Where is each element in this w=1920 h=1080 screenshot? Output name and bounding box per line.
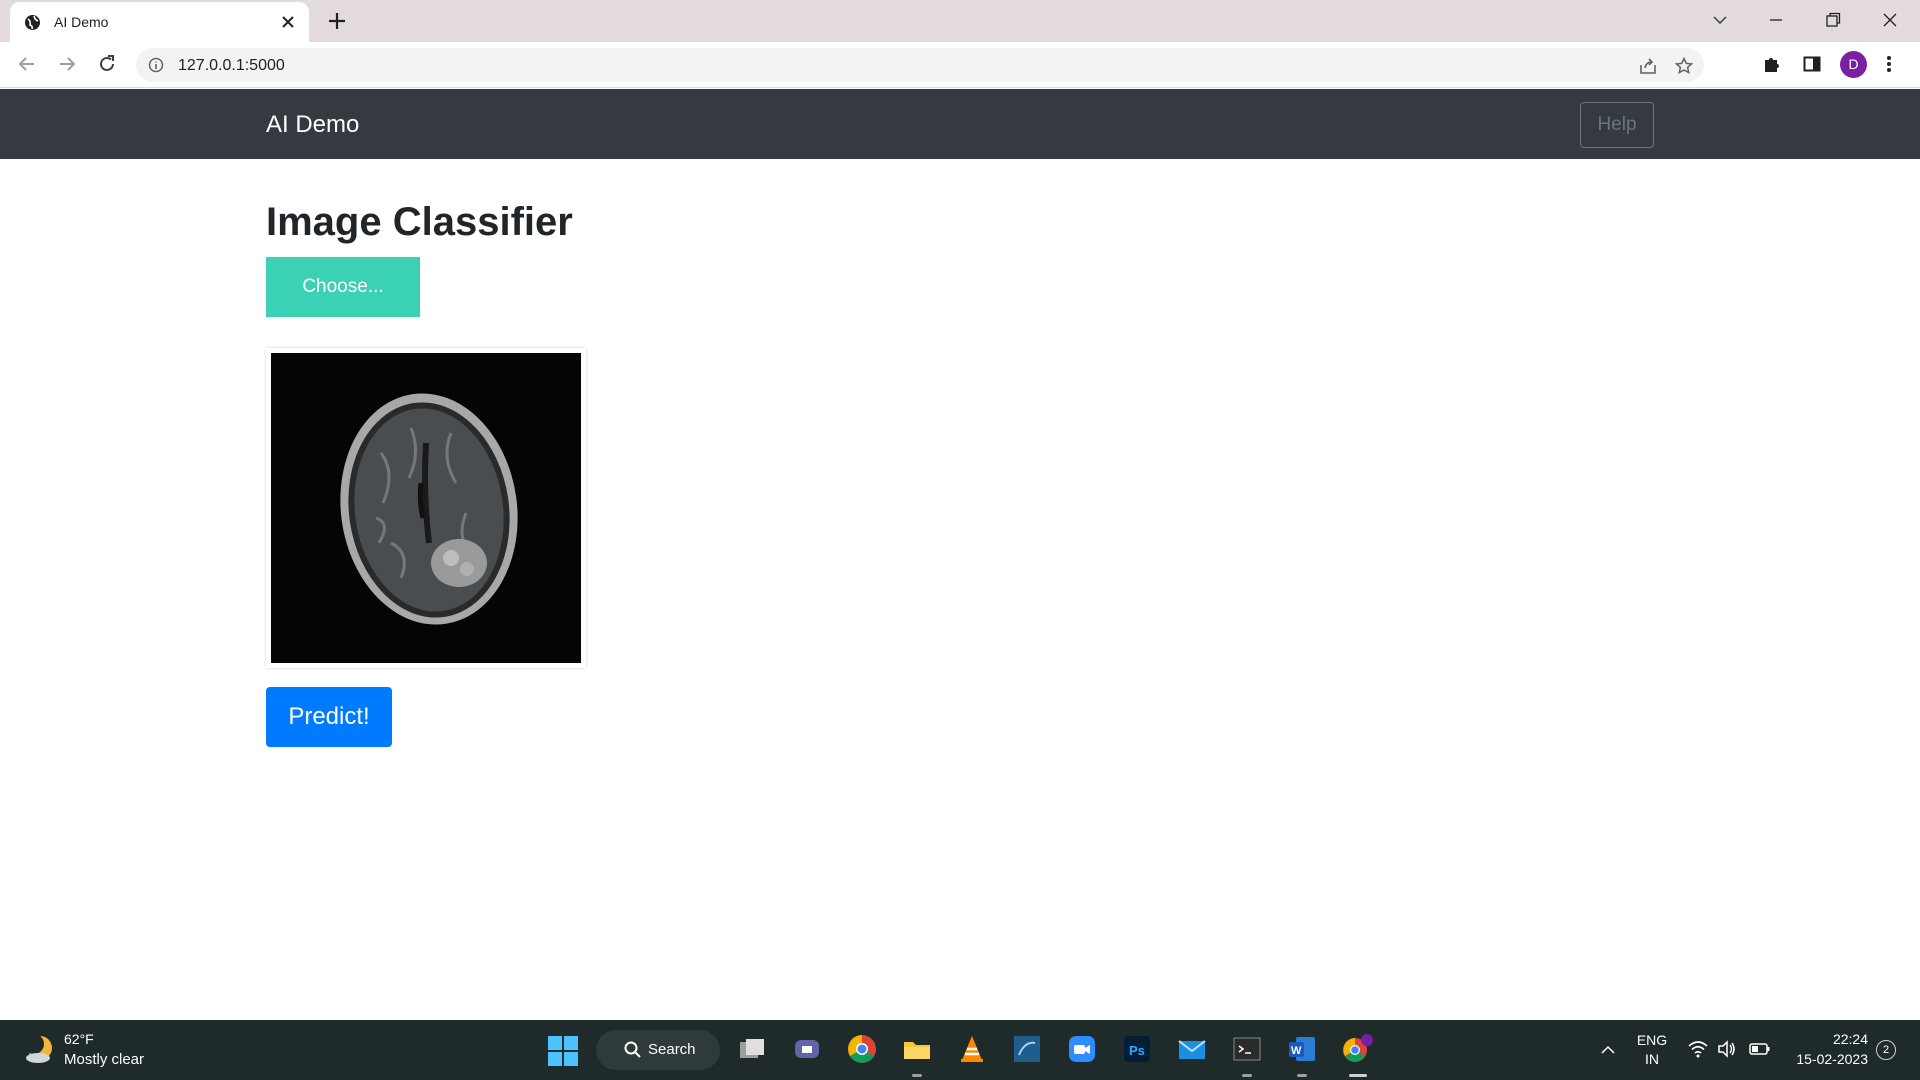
file-explorer-icon[interactable] bbox=[901, 1033, 933, 1065]
address-bar[interactable]: 127.0.0.1:5000 bbox=[136, 48, 1704, 82]
task-view-icon[interactable] bbox=[736, 1033, 768, 1065]
svg-text:W: W bbox=[1291, 1045, 1302, 1057]
volume-icon[interactable] bbox=[1717, 1040, 1737, 1058]
svg-text:Ps: Ps bbox=[1129, 1043, 1145, 1058]
globe-icon bbox=[24, 14, 41, 31]
chrome-profile-icon[interactable] bbox=[1341, 1033, 1373, 1065]
close-tab-icon[interactable] bbox=[280, 14, 296, 30]
terminal-icon[interactable] bbox=[1231, 1033, 1263, 1065]
weather-temperature[interactable]: 62°F bbox=[64, 1031, 94, 1047]
browser-tab-strip: AI Demo bbox=[0, 0, 1920, 42]
close-window-icon[interactable] bbox=[1880, 10, 1900, 30]
clock-date[interactable]: 15-02-2023 bbox=[1788, 1051, 1868, 1067]
chrome-icon[interactable] bbox=[846, 1033, 878, 1065]
page-title: Image Classifier bbox=[266, 200, 573, 244]
language-region: IN bbox=[1645, 1051, 1659, 1067]
word-icon[interactable]: W bbox=[1286, 1033, 1318, 1065]
running-indicator bbox=[1297, 1074, 1307, 1077]
clock-time[interactable]: 22:24 bbox=[1820, 1031, 1868, 1047]
mail-icon[interactable] bbox=[1176, 1033, 1208, 1065]
running-indicator bbox=[912, 1074, 922, 1077]
back-arrow-icon[interactable] bbox=[16, 53, 38, 75]
restore-icon[interactable] bbox=[1823, 10, 1843, 30]
brain-mri-image bbox=[271, 353, 581, 663]
image-preview bbox=[266, 348, 586, 668]
running-indicator bbox=[1242, 1074, 1252, 1077]
predict-button[interactable]: Predict! bbox=[266, 687, 392, 747]
tab-search-chevron-icon[interactable] bbox=[1710, 10, 1730, 30]
active-app-indicator bbox=[1349, 1074, 1367, 1077]
browser-tab[interactable]: AI Demo bbox=[10, 2, 309, 42]
wifi-icon[interactable] bbox=[1688, 1040, 1708, 1058]
weather-moon-icon[interactable] bbox=[22, 1032, 56, 1066]
windows-taskbar: 62°F Mostly clear Search Ps W ENG IN 22:… bbox=[0, 1020, 1920, 1080]
notification-badge[interactable]: 2 bbox=[1876, 1040, 1896, 1060]
site-info-icon[interactable] bbox=[148, 57, 164, 73]
teams-icon[interactable] bbox=[791, 1033, 823, 1065]
new-tab-icon[interactable] bbox=[326, 10, 348, 32]
choose-file-button[interactable]: Choose... bbox=[266, 257, 420, 317]
browser-toolbar: 127.0.0.1:5000 D bbox=[0, 42, 1920, 88]
mysql-workbench-icon[interactable] bbox=[1011, 1033, 1043, 1065]
language-code: ENG bbox=[1636, 1032, 1668, 1048]
share-icon[interactable] bbox=[1638, 56, 1658, 76]
zoom-icon[interactable] bbox=[1066, 1033, 1098, 1065]
help-button[interactable]: Help bbox=[1580, 102, 1654, 148]
url-text[interactable]: 127.0.0.1:5000 bbox=[178, 57, 285, 75]
language-indicator[interactable]: ENG IN bbox=[1636, 1031, 1668, 1069]
minimize-icon[interactable] bbox=[1766, 10, 1786, 30]
search-label: Search bbox=[648, 1041, 696, 1058]
reload-icon[interactable] bbox=[96, 53, 118, 75]
search-icon bbox=[624, 1041, 641, 1058]
tab-title: AI Demo bbox=[54, 14, 109, 30]
navbar-brand[interactable]: AI Demo bbox=[266, 111, 359, 139]
windows-start-icon[interactable] bbox=[548, 1036, 578, 1066]
extensions-puzzle-icon[interactable] bbox=[1762, 54, 1782, 74]
profile-avatar[interactable]: D bbox=[1840, 51, 1867, 78]
taskbar-search[interactable]: Search bbox=[596, 1030, 720, 1070]
more-menu-icon[interactable] bbox=[1885, 54, 1893, 74]
weather-description[interactable]: Mostly clear bbox=[64, 1051, 144, 1068]
forward-arrow-icon[interactable] bbox=[56, 53, 78, 75]
photoshop-icon[interactable]: Ps bbox=[1121, 1033, 1153, 1065]
vlc-icon[interactable] bbox=[956, 1033, 988, 1065]
show-hidden-icons-chevron-icon[interactable] bbox=[1600, 1042, 1616, 1058]
site-navbar: AI Demo Help bbox=[0, 89, 1920, 159]
side-panel-icon[interactable] bbox=[1802, 54, 1822, 74]
battery-icon[interactable] bbox=[1749, 1041, 1771, 1057]
bookmark-star-icon[interactable] bbox=[1674, 56, 1694, 76]
